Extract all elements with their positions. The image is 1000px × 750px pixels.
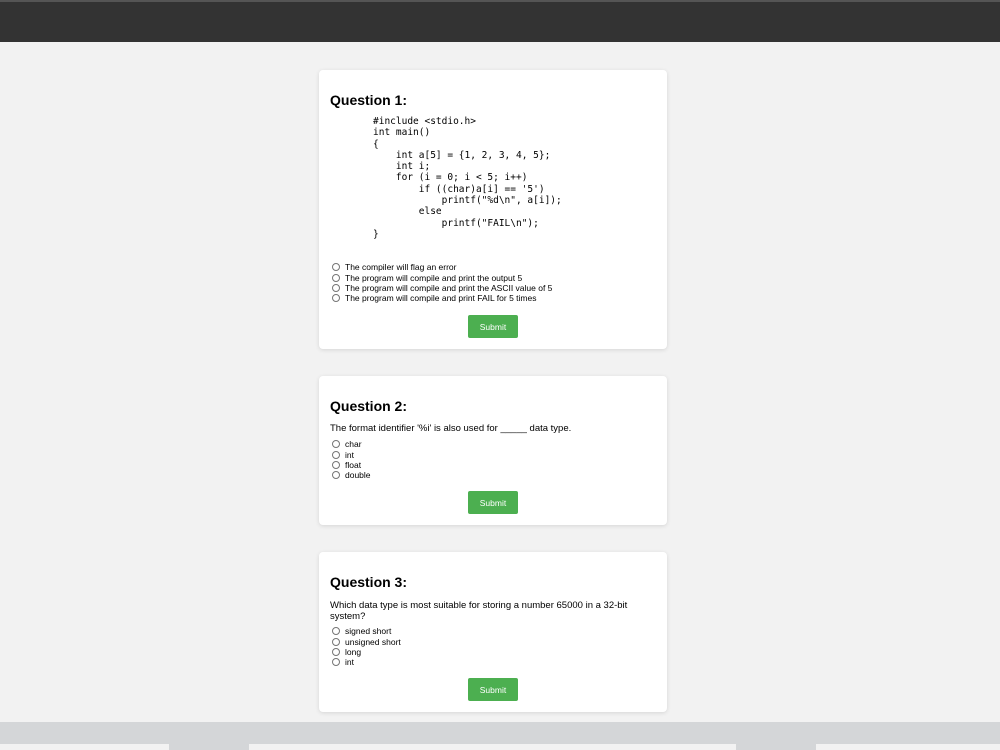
question-card-1: Question 1: #include <stdio.h> int main(… (319, 70, 667, 349)
answer-options: char int float double (332, 439, 371, 481)
radio-button[interactable] (332, 627, 340, 636)
question-text: The format identifier '%i' is also used … (330, 423, 572, 434)
answer-option[interactable]: signed short (332, 626, 401, 636)
top-header-bar (0, 0, 1000, 42)
radio-button[interactable] (332, 637, 340, 646)
answer-option[interactable]: The compiler will flag an error (332, 262, 552, 272)
option-label: long (345, 646, 362, 657)
option-label: The compiler will flag an error (345, 262, 457, 273)
answer-option[interactable]: The program will compile and print the A… (332, 283, 552, 293)
footer-segment (0, 744, 169, 750)
radio-button[interactable] (332, 294, 340, 303)
option-label: unsigned short (345, 636, 401, 647)
option-label: int (345, 657, 354, 668)
question-title: Question 1: (330, 92, 408, 108)
option-label: The program will compile and print the A… (345, 282, 553, 293)
answer-option[interactable]: double (332, 470, 371, 480)
question-card-3: Question 3: Which data type is most suit… (319, 552, 667, 712)
submit-button[interactable]: Submit (468, 315, 518, 338)
answer-option[interactable]: int (332, 449, 371, 460)
radio-button[interactable] (332, 283, 340, 292)
radio-button[interactable] (332, 658, 340, 667)
radio-button[interactable] (332, 471, 340, 480)
radio-button[interactable] (332, 450, 340, 459)
option-label: int (345, 449, 354, 460)
answer-option[interactable]: The program will compile and print FAIL … (332, 293, 552, 303)
option-label: The program will compile and print the o… (345, 272, 523, 283)
question-title: Question 3: (330, 574, 408, 590)
answer-option[interactable]: The program will compile and print the o… (332, 272, 552, 283)
option-label: char (345, 439, 362, 450)
question-title: Question 2: (330, 398, 408, 414)
option-label: float (345, 459, 362, 470)
option-label: signed short (345, 626, 392, 637)
answer-option[interactable]: float (332, 460, 371, 470)
answer-options: The compiler will flag an error The prog… (332, 262, 552, 304)
answer-option[interactable]: char (332, 439, 371, 449)
option-label: double (345, 470, 371, 481)
radio-button[interactable] (332, 263, 340, 272)
footer-segment (816, 744, 1000, 750)
code-snippet: #include <stdio.h> int main() { int a[5]… (373, 116, 562, 240)
bottom-footer-bar (0, 722, 1000, 750)
submit-button[interactable]: Submit (468, 491, 518, 514)
answer-option[interactable]: int (332, 657, 401, 667)
footer-segment (249, 744, 736, 750)
radio-button[interactable] (332, 440, 340, 449)
option-label: The program will compile and print FAIL … (345, 293, 537, 304)
answer-option[interactable]: long (332, 647, 401, 657)
radio-button[interactable] (332, 460, 340, 469)
submit-button[interactable]: Submit (468, 678, 518, 701)
answer-options: signed short unsigned short long int (332, 626, 401, 668)
radio-button[interactable] (332, 647, 340, 656)
answer-option[interactable]: unsigned short (332, 636, 401, 647)
radio-button[interactable] (332, 273, 340, 282)
question-card-2: Question 2: The format identifier '%i' i… (319, 376, 667, 525)
question-text: Which data type is most suitable for sto… (330, 600, 628, 622)
